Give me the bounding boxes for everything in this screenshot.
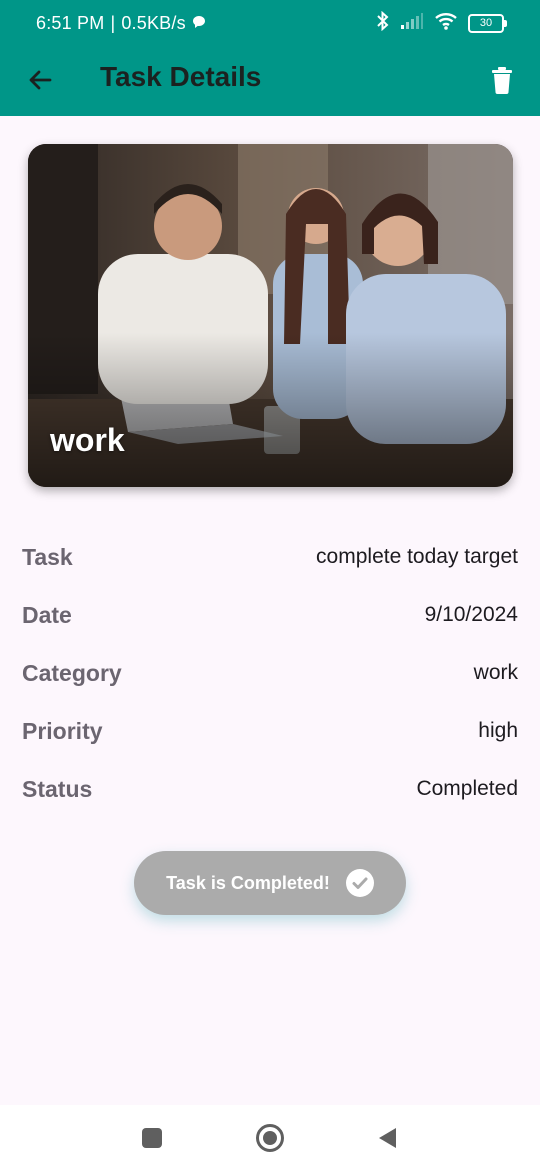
trash-icon bbox=[492, 67, 512, 94]
detail-row-priority: Priority high bbox=[22, 702, 518, 760]
detail-row-status: Status Completed bbox=[22, 760, 518, 818]
detail-value: complete today target bbox=[316, 545, 518, 568]
detail-row-date: Date 9/10/2024 bbox=[22, 586, 518, 644]
arrow-left-icon bbox=[29, 70, 52, 90]
category-label: work bbox=[50, 422, 125, 458]
detail-label: Status bbox=[22, 775, 93, 802]
signal-icon bbox=[400, 12, 424, 35]
page-title: Task Details bbox=[100, 61, 262, 92]
recents-button[interactable] bbox=[137, 1123, 167, 1153]
status-bar: 6:51 PM | 0.5KB/s 30 bbox=[0, 0, 540, 46]
detail-value: work bbox=[473, 661, 518, 684]
check-circle-icon bbox=[345, 869, 374, 897]
task-image-card: work bbox=[28, 144, 513, 487]
battery-level: 30 bbox=[479, 17, 493, 29]
recents-square-icon bbox=[142, 1128, 162, 1148]
toast-message: Task is Completed! bbox=[166, 872, 330, 893]
chat-bubble-icon bbox=[192, 13, 206, 34]
app-bar: Task Details bbox=[0, 46, 540, 116]
detail-row-task: Task complete today target bbox=[22, 528, 518, 586]
wifi-icon bbox=[434, 11, 458, 36]
status-time: 6:51 PM bbox=[36, 13, 105, 33]
back-triangle-icon bbox=[379, 1128, 396, 1148]
detail-label: Priority bbox=[22, 717, 103, 744]
home-button[interactable] bbox=[255, 1123, 285, 1153]
completed-toast: Task is Completed! bbox=[134, 851, 406, 915]
home-circle-icon bbox=[256, 1124, 284, 1152]
system-nav-bar bbox=[0, 1105, 540, 1170]
nav-back-button[interactable] bbox=[372, 1123, 402, 1153]
detail-value: 9/10/2024 bbox=[424, 603, 518, 626]
detail-value: Completed bbox=[416, 777, 518, 800]
status-separator: | bbox=[110, 13, 116, 33]
detail-value: high bbox=[478, 719, 518, 742]
detail-row-category: Category work bbox=[22, 644, 518, 702]
detail-label: Task bbox=[22, 543, 73, 570]
detail-label: Date bbox=[22, 601, 72, 628]
status-right: 30 bbox=[376, 10, 507, 36]
bluetooth-icon bbox=[376, 10, 390, 36]
battery-icon: 30 bbox=[468, 14, 507, 33]
detail-label: Category bbox=[22, 659, 122, 686]
status-net-speed: 0.5KB/s bbox=[121, 13, 186, 33]
delete-button[interactable] bbox=[482, 60, 522, 100]
task-details-list: Task complete today target Date 9/10/202… bbox=[22, 528, 518, 818]
status-left: 6:51 PM | 0.5KB/s bbox=[36, 13, 206, 34]
back-button[interactable] bbox=[20, 60, 60, 100]
